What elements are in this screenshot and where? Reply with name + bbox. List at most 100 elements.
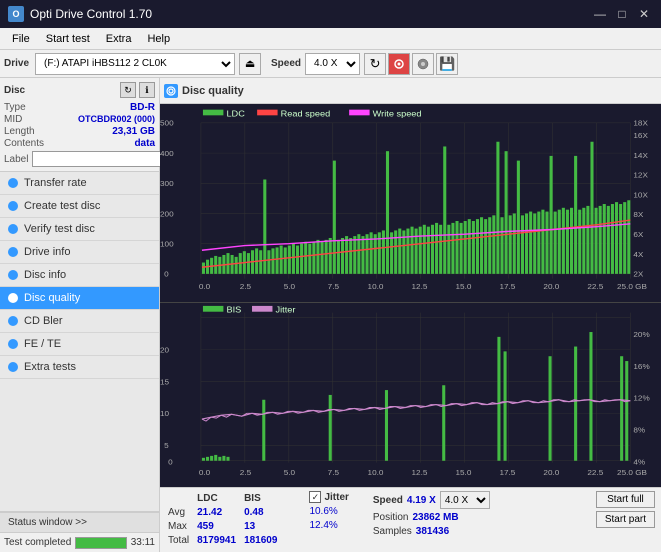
- disc-label-input[interactable]: [32, 151, 170, 167]
- progress-status-text: Test completed: [4, 537, 71, 548]
- maximize-button[interactable]: □: [613, 5, 631, 23]
- jitter-section: ✓ Jitter 10.6% 12.4%: [309, 491, 348, 531]
- speed-value: 4.19 X: [407, 495, 436, 506]
- app-icon: O: [8, 6, 24, 22]
- disc-info-icon[interactable]: ℹ: [139, 82, 155, 98]
- nav-dot: [8, 339, 18, 349]
- nav-label-transfer-rate: Transfer rate: [24, 177, 87, 189]
- drive-select[interactable]: (F:) ATAPI iHBS112 2 CL0K: [35, 53, 235, 75]
- nav-verify-test-disc[interactable]: Verify test disc: [0, 218, 159, 241]
- nav-fe-te[interactable]: FE / TE: [0, 333, 159, 356]
- disc-reload-icon[interactable]: ↻: [120, 82, 136, 98]
- svg-text:0: 0: [164, 270, 169, 279]
- svg-text:15: 15: [160, 378, 170, 387]
- top-chart-wrapper: LDC Read speed Write speed 0 100 200 300…: [160, 104, 661, 303]
- ldc-max: 459: [197, 521, 242, 533]
- svg-text:10: 10: [160, 410, 170, 419]
- start-full-button[interactable]: Start full: [596, 491, 655, 508]
- disc-contents-row: Contents data: [4, 138, 155, 149]
- svg-text:15.0: 15.0: [455, 469, 471, 478]
- svg-text:25.0 GB: 25.0 GB: [617, 469, 647, 478]
- disc-type-row: Type BD-R: [4, 102, 155, 113]
- svg-text:4X: 4X: [633, 250, 644, 259]
- svg-text:8%: 8%: [633, 426, 645, 435]
- progress-bar-inner: [76, 538, 125, 548]
- svg-text:12%: 12%: [633, 394, 649, 403]
- minimize-button[interactable]: —: [591, 5, 609, 23]
- nav-dot: [8, 201, 18, 211]
- speed-select-stats[interactable]: 4.0 X: [440, 491, 490, 509]
- content-header-icon: [164, 84, 178, 98]
- speed-header-row: Speed 4.19 X 4.0 X: [373, 491, 490, 509]
- jitter-checkbox[interactable]: ✓: [309, 491, 321, 503]
- status-window-button[interactable]: Status window >>: [0, 512, 159, 532]
- speed-select[interactable]: 4.0 X: [305, 53, 360, 75]
- nav-cd-bler[interactable]: CD Bler: [0, 310, 159, 333]
- nav-disc-quality[interactable]: Disc quality: [0, 287, 159, 310]
- time-text: 33:11: [131, 537, 155, 548]
- svg-text:Write speed: Write speed: [373, 109, 422, 119]
- svg-text:500: 500: [160, 119, 174, 128]
- bis-max: 13: [244, 521, 283, 533]
- disc-section: Disc ↻ ℹ Type BD-R MID OTCBDR002 (000) L…: [0, 78, 159, 172]
- nav-label-create-test-disc: Create test disc: [24, 200, 100, 212]
- svg-text:20.0: 20.0: [543, 469, 559, 478]
- svg-text:LDC: LDC: [226, 109, 245, 119]
- jitter-header-row: ✓ Jitter: [309, 491, 348, 503]
- nav-drive-info[interactable]: Drive info: [0, 241, 159, 264]
- charts-container: LDC Read speed Write speed 0 100 200 300…: [160, 104, 661, 487]
- bis-avg: 0.48: [244, 507, 283, 519]
- nav-label-cd-bler: CD Bler: [24, 315, 63, 327]
- progress-bar-outer: [75, 537, 126, 549]
- position-row: Position 23862 MB: [373, 512, 490, 523]
- nav-label-disc-info: Disc info: [24, 269, 66, 281]
- nav-extra-tests[interactable]: Extra tests: [0, 356, 159, 379]
- svg-text:400: 400: [160, 149, 174, 158]
- jitter-avg-row: 10.6%: [309, 506, 348, 517]
- status-bar: Status window >> Test completed 33:11: [0, 511, 159, 552]
- nav-dot: [8, 224, 18, 234]
- svg-text:18X: 18X: [633, 119, 648, 128]
- svg-text:20%: 20%: [633, 330, 649, 339]
- samples-value: 381436: [416, 526, 449, 537]
- svg-text:BIS: BIS: [226, 305, 241, 315]
- svg-text:5.0: 5.0: [284, 469, 296, 478]
- svg-text:5: 5: [164, 441, 169, 450]
- nav-label-disc-quality: Disc quality: [24, 292, 80, 304]
- menu-start-test[interactable]: Start test: [38, 31, 98, 47]
- nav-transfer-rate[interactable]: Transfer rate: [0, 172, 159, 195]
- speed-col-header: Speed: [373, 495, 403, 506]
- svg-text:200: 200: [160, 210, 174, 219]
- svg-text:10X: 10X: [633, 191, 648, 200]
- progress-row: Test completed 33:11: [0, 532, 159, 552]
- disc-button[interactable]: [412, 53, 434, 75]
- nav-label-drive-info: Drive info: [24, 246, 70, 258]
- disc-mid-label: MID: [4, 114, 22, 125]
- menu-extra[interactable]: Extra: [98, 31, 140, 47]
- nav-disc-info[interactable]: Disc info: [0, 264, 159, 287]
- bottom-chart-wrapper: BIS Jitter 0 5 10 15 20 4% 8% 12% 16% 20…: [160, 303, 661, 487]
- status-window-label: Status window >>: [8, 517, 87, 528]
- nav-create-test-disc[interactable]: Create test disc: [0, 195, 159, 218]
- nav-items: Transfer rate Create test disc Verify te…: [0, 172, 159, 511]
- save-button[interactable]: 💾: [436, 53, 458, 75]
- position-value: 23862 MB: [412, 512, 458, 523]
- eject-button[interactable]: ⏏: [239, 53, 261, 75]
- svg-text:10.0: 10.0: [368, 469, 384, 478]
- menu-file[interactable]: File: [4, 31, 38, 47]
- bottom-chart-svg: BIS Jitter 0 5 10 15 20 4% 8% 12% 16% 20…: [160, 303, 661, 487]
- ldc-header: LDC: [197, 493, 242, 505]
- menu-help[interactable]: Help: [139, 31, 178, 47]
- speed-label: Speed: [271, 58, 301, 69]
- settings-button[interactable]: [388, 53, 410, 75]
- close-button[interactable]: ✕: [635, 5, 653, 23]
- nav-label-verify-test-disc: Verify test disc: [24, 223, 95, 235]
- drive-label: Drive: [4, 58, 29, 69]
- start-part-button[interactable]: Start part: [596, 511, 655, 528]
- svg-text:10.0: 10.0: [368, 282, 385, 291]
- nav-dot: [8, 178, 18, 188]
- jitter-label: Jitter: [324, 492, 348, 503]
- svg-text:15.0: 15.0: [455, 282, 472, 291]
- total-label: Total: [168, 535, 195, 547]
- refresh-button[interactable]: ↻: [364, 53, 386, 75]
